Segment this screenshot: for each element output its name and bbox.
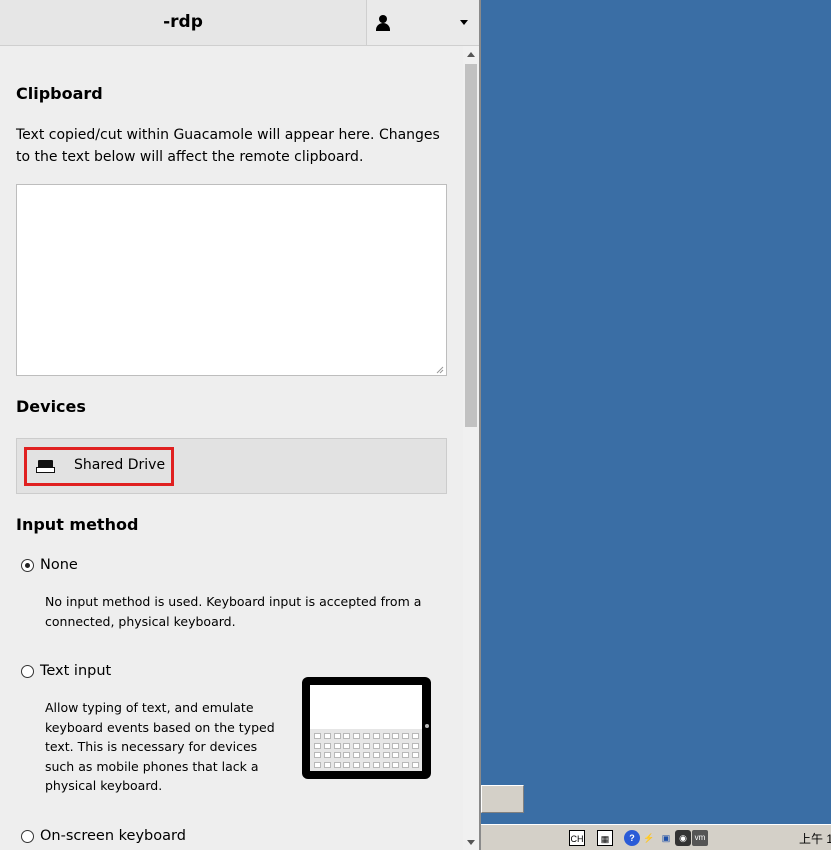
tablet-key bbox=[372, 752, 380, 758]
tablet-key bbox=[372, 742, 380, 749]
connection-title: -rdp bbox=[163, 12, 203, 32]
keyboard-icon[interactable]: ▦ bbox=[597, 830, 613, 846]
tablet-key bbox=[412, 752, 419, 758]
clipboard-heading: Clipboard bbox=[16, 84, 103, 103]
tablet-key bbox=[343, 733, 351, 739]
tablet-key bbox=[333, 752, 341, 758]
tablet-key bbox=[392, 752, 400, 758]
radio-text-input[interactable] bbox=[21, 665, 34, 678]
tablet-key bbox=[392, 733, 400, 739]
tablet-key bbox=[402, 742, 410, 749]
scrollbar[interactable] bbox=[463, 46, 479, 850]
tablet-key bbox=[353, 742, 361, 749]
shared-drive-label: Shared Drive bbox=[74, 457, 166, 473]
tablet-key bbox=[402, 752, 410, 758]
input-method-heading: Input method bbox=[16, 515, 139, 534]
tablet-key bbox=[392, 742, 400, 749]
user-icon bbox=[376, 15, 390, 31]
clipboard-description: Text copied/cut within Guacamole will ap… bbox=[16, 127, 440, 165]
tablet-key bbox=[392, 761, 400, 768]
tablet-key bbox=[382, 733, 390, 739]
tablet-key bbox=[314, 752, 321, 758]
tablet-key bbox=[402, 761, 410, 768]
tablet-key bbox=[314, 742, 321, 749]
tablet-key bbox=[372, 761, 380, 768]
tablet-key bbox=[382, 761, 390, 768]
tablet-key bbox=[353, 752, 361, 758]
tablet-key bbox=[323, 742, 331, 749]
tablet-key bbox=[343, 742, 351, 749]
drive-icon bbox=[36, 460, 55, 473]
tablet-key bbox=[333, 742, 341, 749]
tablet-key bbox=[412, 761, 419, 768]
menu-header: -rdp bbox=[0, 0, 479, 46]
tablet-key bbox=[363, 761, 370, 768]
resize-grip-icon[interactable] bbox=[434, 364, 444, 374]
remote-taskbar: CH ▦ ? ⚡ ▣ ◉ vm 上午 11:01 bbox=[481, 824, 831, 850]
devices-list: Shared Drive bbox=[16, 438, 447, 494]
guacamole-menu-panel: -rdp Clipboard Text copied/cut within Gu… bbox=[0, 0, 481, 850]
remote-window-button[interactable] bbox=[481, 785, 524, 813]
tablet-key bbox=[343, 761, 351, 768]
eye-icon[interactable]: ◉ bbox=[675, 830, 691, 846]
display-icon[interactable]: ▣ bbox=[658, 830, 674, 846]
tablet-key bbox=[363, 752, 370, 758]
radio-onscreen-keyboard-label[interactable]: On-screen keyboard bbox=[40, 828, 186, 844]
tablet-key bbox=[314, 733, 321, 739]
chevron-down-icon bbox=[460, 20, 468, 25]
clock[interactable]: 上午 11:01 bbox=[799, 830, 831, 847]
tablet-key bbox=[333, 733, 341, 739]
tablet-key bbox=[363, 733, 370, 739]
tablet-key bbox=[353, 733, 361, 739]
vm-icon[interactable]: vm bbox=[692, 830, 708, 846]
system-tray: CH ▦ ? ⚡ ▣ ◉ vm 上午 11:01 bbox=[561, 827, 831, 849]
tablet-key bbox=[363, 742, 370, 749]
none-description: No input method is used. Keyboard input … bbox=[45, 594, 422, 629]
tablet-key bbox=[382, 742, 390, 749]
network-icon[interactable]: ⚡ bbox=[641, 830, 657, 846]
tablet-key bbox=[323, 761, 331, 768]
help-icon[interactable]: ? bbox=[624, 830, 640, 846]
text-input-description: Allow typing of text, and emulate keyboa… bbox=[45, 700, 275, 793]
radio-text-input-label[interactable]: Text input bbox=[40, 663, 111, 679]
tablet-key bbox=[314, 761, 321, 768]
clipboard-textarea[interactable] bbox=[16, 184, 447, 376]
radio-none[interactable] bbox=[21, 559, 34, 572]
radio-none-label[interactable]: None bbox=[40, 557, 78, 573]
tablet-key bbox=[382, 752, 390, 758]
tablet-key bbox=[372, 733, 380, 739]
scroll-down-icon[interactable] bbox=[467, 840, 475, 845]
user-menu-button[interactable] bbox=[366, 0, 479, 45]
ime-ch-icon[interactable]: CH bbox=[569, 830, 585, 846]
remote-desktop[interactable] bbox=[481, 0, 831, 850]
scroll-thumb[interactable] bbox=[465, 64, 477, 427]
tablet-key bbox=[323, 752, 331, 758]
tablet-key bbox=[333, 761, 341, 768]
tablet-key bbox=[323, 733, 331, 739]
tablet-key bbox=[343, 752, 351, 758]
devices-heading: Devices bbox=[16, 397, 86, 416]
tablet-key bbox=[402, 733, 410, 739]
tablet-keyboard-illustration bbox=[302, 677, 431, 779]
tablet-key bbox=[412, 742, 419, 749]
tablet-key bbox=[353, 761, 361, 768]
scroll-up-icon[interactable] bbox=[467, 52, 475, 57]
radio-onscreen-keyboard[interactable] bbox=[21, 830, 34, 843]
tablet-key bbox=[412, 733, 419, 739]
shared-drive-item[interactable]: Shared Drive bbox=[24, 447, 174, 486]
